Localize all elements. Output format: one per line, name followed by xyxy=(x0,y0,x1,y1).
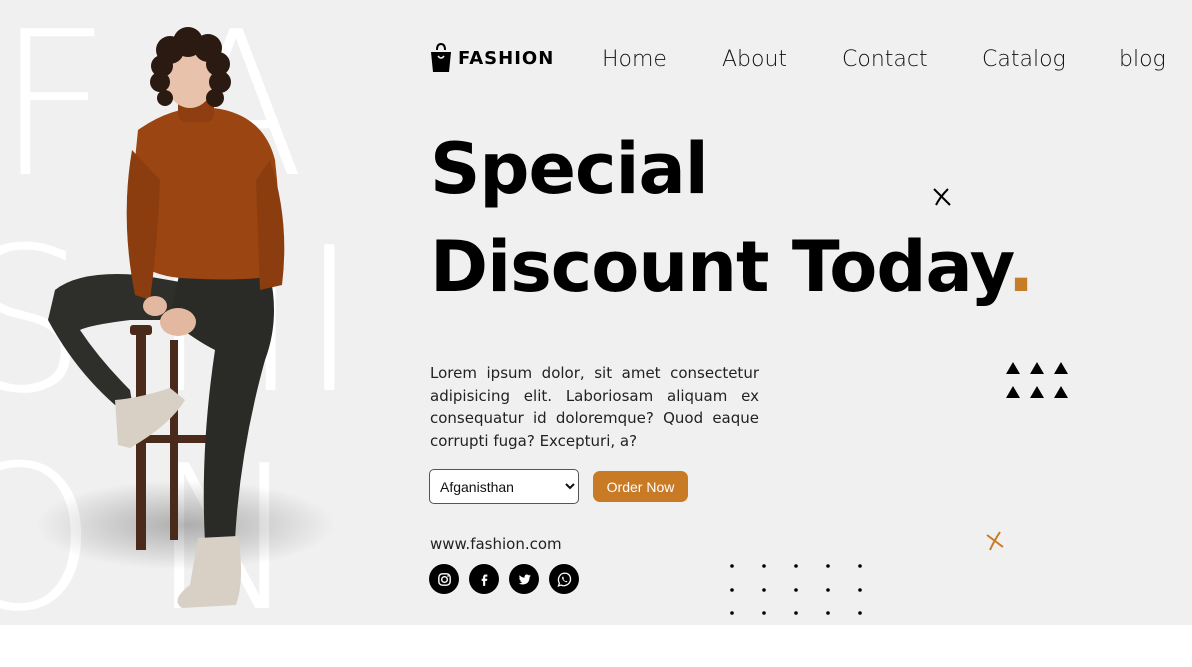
hero-description: Lorem ipsum dolor, sit amet consectetur … xyxy=(430,364,759,450)
brand-name: FASHION xyxy=(458,47,555,69)
nav-about[interactable]: About xyxy=(722,47,787,72)
x-mark-decoration-accent xyxy=(986,531,1004,551)
nav-contact[interactable]: Contact xyxy=(842,47,928,72)
hero-heading-line2-text: Discount Today xyxy=(430,226,1009,308)
shopping-bag-icon xyxy=(431,42,451,72)
dot-grid-decoration xyxy=(730,564,862,615)
facebook-icon[interactable] xyxy=(469,564,499,594)
nav-catalog[interactable]: Catalog xyxy=(982,47,1066,72)
hero-section: F A S H I O N xyxy=(0,0,1192,625)
hero-heading-line2: Discount Today. xyxy=(430,226,1035,308)
model-photo xyxy=(35,27,335,608)
twitter-icon[interactable] xyxy=(509,564,539,594)
x-mark-decoration xyxy=(933,188,951,206)
instagram-icon[interactable] xyxy=(429,564,459,594)
accent-dot: . xyxy=(1007,226,1035,308)
website-link[interactable]: www.fashion.com xyxy=(430,535,562,553)
whatsapp-icon[interactable] xyxy=(549,564,579,594)
country-select[interactable]: Afganisthan xyxy=(429,469,579,504)
nav-blog[interactable]: blog xyxy=(1119,47,1166,72)
triangle-pattern-decoration xyxy=(1006,362,1068,398)
hero-heading-line1: Special xyxy=(430,128,709,210)
order-now-button[interactable]: Order Now xyxy=(593,471,688,502)
nav-home[interactable]: Home xyxy=(602,47,667,72)
brand-logo[interactable]: FASHION xyxy=(428,42,554,74)
